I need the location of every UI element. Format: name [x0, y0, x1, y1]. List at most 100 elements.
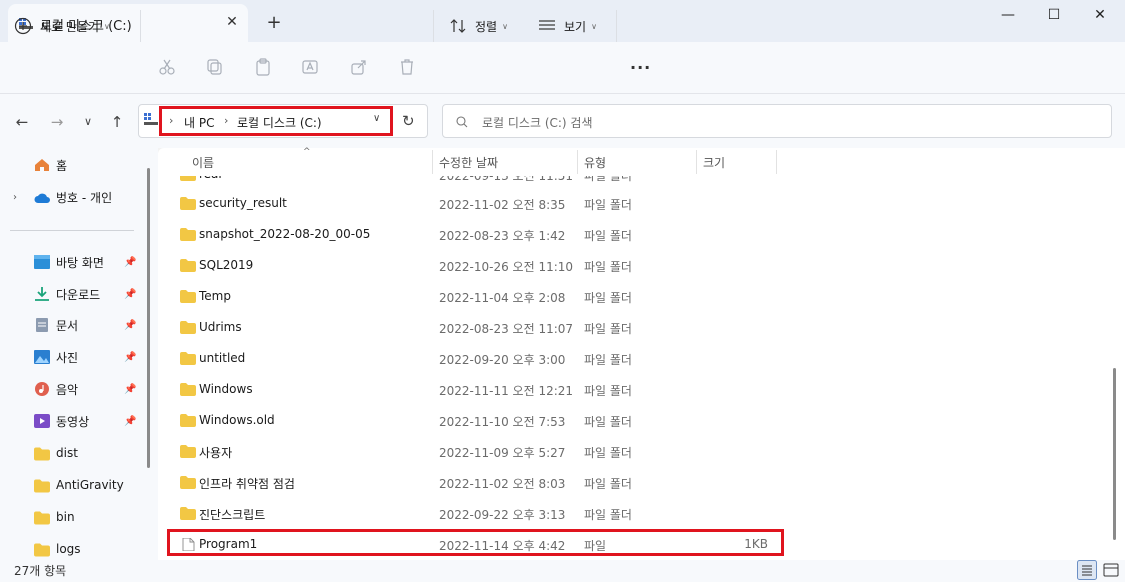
nav-item-logs[interactable]: logs	[0, 535, 150, 563]
pin-icon: 📌	[124, 319, 137, 331]
table-row[interactable]: security_result 2022-11-02 오전 8:35 파일 폴더	[170, 188, 780, 219]
table-row[interactable]: untitled 2022-09-20 오후 3:00 파일 폴더	[170, 343, 780, 374]
sort-button[interactable]: 정렬 ∨	[450, 10, 508, 42]
file-name: security_result	[199, 196, 287, 210]
nav-divider	[10, 230, 134, 231]
nav-item-downloads[interactable]: 다운로드 📌	[0, 280, 150, 308]
column-divider[interactable]	[696, 150, 697, 174]
tiles-view-icon[interactable]	[1101, 560, 1121, 580]
table-row[interactable]: real 2022-09-13 오전 11:51 파일 폴더	[170, 176, 780, 188]
status-bar	[0, 560, 1125, 582]
file-type: 파일 폴더	[584, 322, 632, 336]
tab-close-button[interactable]: ✕	[222, 12, 242, 32]
column-divider[interactable]	[432, 150, 433, 174]
nav-item-home[interactable]: 홈	[0, 151, 150, 179]
file-date: 2022-08-23 오후 1:42	[439, 229, 566, 243]
pin-icon: 📌	[124, 383, 137, 395]
forward-button[interactable]: →	[46, 112, 68, 132]
column-divider[interactable]	[577, 150, 578, 174]
nav-item-documents[interactable]: 문서 📌	[0, 311, 150, 339]
music-icon	[35, 382, 49, 396]
picture-icon	[34, 350, 50, 364]
nav-item-videos[interactable]: 동영상 📌	[0, 407, 150, 435]
nav-item-pictures[interactable]: 사진 📌	[0, 343, 150, 371]
nav-item-label: bin	[56, 510, 75, 524]
file-type: 파일 폴더	[584, 353, 632, 367]
copy-icon[interactable]	[206, 58, 224, 76]
minimize-button[interactable]: —	[985, 4, 1031, 28]
table-row[interactable]: 인프라 취약점 점검 2022-11-02 오전 8:03 파일 폴더	[170, 467, 780, 498]
column-header-row	[170, 148, 1110, 176]
details-view-icon[interactable]	[1077, 560, 1097, 580]
table-row[interactable]: Windows 2022-11-11 오전 12:21 파일 폴더	[170, 374, 780, 405]
file-type: 파일 폴더	[584, 260, 632, 274]
home-icon	[35, 159, 49, 171]
table-row[interactable]: snapshot_2022-08-20_00-05 2022-08-23 오후 …	[170, 219, 780, 250]
table-row[interactable]: SQL2019 2022-10-26 오전 11:10 파일 폴더	[170, 250, 780, 281]
file-type: 파일 폴더	[584, 291, 632, 305]
file-date: 2022-11-11 오전 12:21	[439, 384, 574, 398]
close-window-button[interactable]: ✕	[1077, 4, 1123, 28]
file-type: 파일 폴더	[584, 229, 632, 243]
maximize-button[interactable]: ☐	[1031, 4, 1077, 28]
pin-icon: 📌	[124, 256, 137, 268]
toolbar-divider	[140, 10, 141, 42]
folder-icon	[180, 290, 196, 303]
document-icon	[36, 318, 48, 332]
pin-icon: 📌	[124, 288, 137, 300]
rename-icon[interactable]	[302, 58, 320, 76]
nav-item-dist[interactable]: dist	[0, 439, 150, 467]
expand-chevron-icon[interactable]: ›	[13, 192, 17, 203]
folder-icon	[34, 447, 50, 461]
file-name: Windows	[199, 382, 253, 396]
table-row[interactable]: Temp 2022-11-04 오후 2:08 파일 폴더	[170, 281, 780, 312]
nav-item-antigravity[interactable]: AntiGravity	[0, 471, 150, 499]
more-options-button[interactable]: ···	[630, 58, 651, 77]
file-date: 2022-09-20 오후 3:00	[439, 353, 566, 367]
column-header-name[interactable]: 이름	[192, 154, 214, 171]
nav-item-bin[interactable]: bin	[0, 503, 150, 531]
cut-icon[interactable]	[158, 58, 176, 76]
nav-scrollbar[interactable]	[147, 168, 150, 468]
download-icon	[35, 287, 49, 301]
table-row[interactable]: Windows.old 2022-11-10 오전 7:53 파일 폴더	[170, 405, 780, 436]
sort-icon	[450, 19, 466, 33]
search-placeholder: 로컬 디스크 (C:) 검색	[482, 116, 593, 130]
nav-item-music[interactable]: 음악 📌	[0, 375, 150, 403]
new-button-label: 새로 만들기	[40, 19, 100, 34]
file-name: Udrims	[199, 320, 242, 334]
delete-icon[interactable]	[398, 58, 416, 76]
search-icon	[456, 116, 468, 128]
table-row[interactable]: 사용자 2022-11-09 오후 5:27 파일 폴더	[170, 436, 780, 467]
content-scrollbar[interactable]	[1113, 368, 1116, 540]
share-icon[interactable]	[350, 58, 368, 76]
nav-item-desktop[interactable]: 바탕 화면 📌	[0, 248, 150, 276]
clipped-row-viewport: real 2022-09-13 오전 11:51 파일 폴더	[158, 176, 1108, 188]
chevron-down-icon: ∨	[591, 21, 597, 31]
folder-icon	[180, 445, 196, 458]
column-header-date[interactable]: 수정한 날짜	[439, 154, 498, 171]
back-button[interactable]: ←	[11, 112, 33, 132]
refresh-button[interactable]: ↻	[402, 112, 415, 130]
folder-icon	[180, 352, 196, 365]
folder-icon	[180, 228, 196, 241]
column-divider[interactable]	[776, 150, 777, 174]
chevron-down-icon: ∨	[502, 21, 508, 31]
file-type: 파일 폴더	[584, 384, 632, 398]
column-header-size[interactable]: 크기	[703, 154, 725, 171]
file-date: 2022-09-13 오전 11:51	[439, 176, 574, 183]
paste-icon[interactable]	[254, 58, 272, 76]
new-tab-button[interactable]: +	[264, 14, 284, 34]
table-row[interactable]: 진단스크립트 2022-09-22 오후 3:13 파일 폴더	[170, 498, 780, 529]
view-button[interactable]: 보기 ∨	[538, 10, 597, 42]
nav-item-onedrive[interactable]: › 벙호 - 개인	[0, 183, 150, 211]
new-button[interactable]: 새로 만들기 ∨	[14, 10, 110, 42]
file-date: 2022-11-09 오후 5:27	[439, 446, 566, 460]
up-button[interactable]: ↑	[106, 112, 128, 132]
nav-item-label: 벙호 - 개인	[56, 190, 113, 205]
column-header-type[interactable]: 유형	[584, 154, 606, 171]
table-row[interactable]: Udrims 2022-08-23 오전 11:07 파일 폴더	[170, 312, 780, 343]
file-date: 2022-11-02 오전 8:35	[439, 198, 566, 212]
recent-locations-button[interactable]: ∨	[77, 112, 99, 132]
file-name: untitled	[199, 351, 246, 365]
